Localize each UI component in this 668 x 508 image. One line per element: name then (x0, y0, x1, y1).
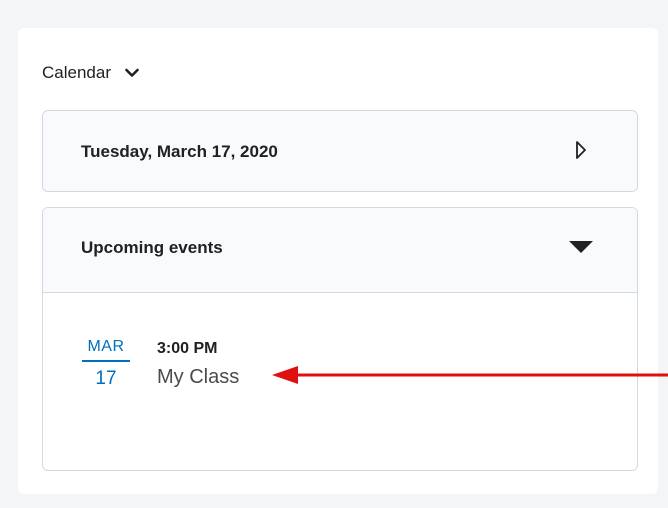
date-selector[interactable]: Tuesday, March 17, 2020 (42, 110, 638, 192)
event-time: 3:00 PM (157, 340, 218, 357)
event-name[interactable]: My Class (157, 366, 239, 389)
upcoming-events-title: Upcoming events (81, 238, 223, 257)
event-date-badge: MAR 17 (81, 338, 131, 390)
event-day: 17 (95, 368, 117, 389)
event-item[interactable]: 3:00 PM My Class (157, 340, 239, 389)
calendar-title: Calendar (42, 63, 111, 82)
next-day-icon[interactable] (575, 140, 587, 160)
event-month: MAR (82, 338, 130, 362)
calendar-widget: Calendar Tuesday, March 17, 2020 Upcomin… (18, 28, 658, 494)
upcoming-events-header[interactable]: Upcoming events (43, 208, 637, 293)
upcoming-events-panel: Upcoming events MAR 17 3:00 PM My Class (42, 207, 638, 471)
annotation-arrow (272, 366, 668, 384)
selected-date: Tuesday, March 17, 2020 (81, 142, 278, 161)
chevron-down-icon[interactable] (125, 68, 139, 78)
caret-down-icon[interactable] (569, 241, 593, 254)
calendar-widget-header[interactable]: Calendar (42, 62, 139, 84)
